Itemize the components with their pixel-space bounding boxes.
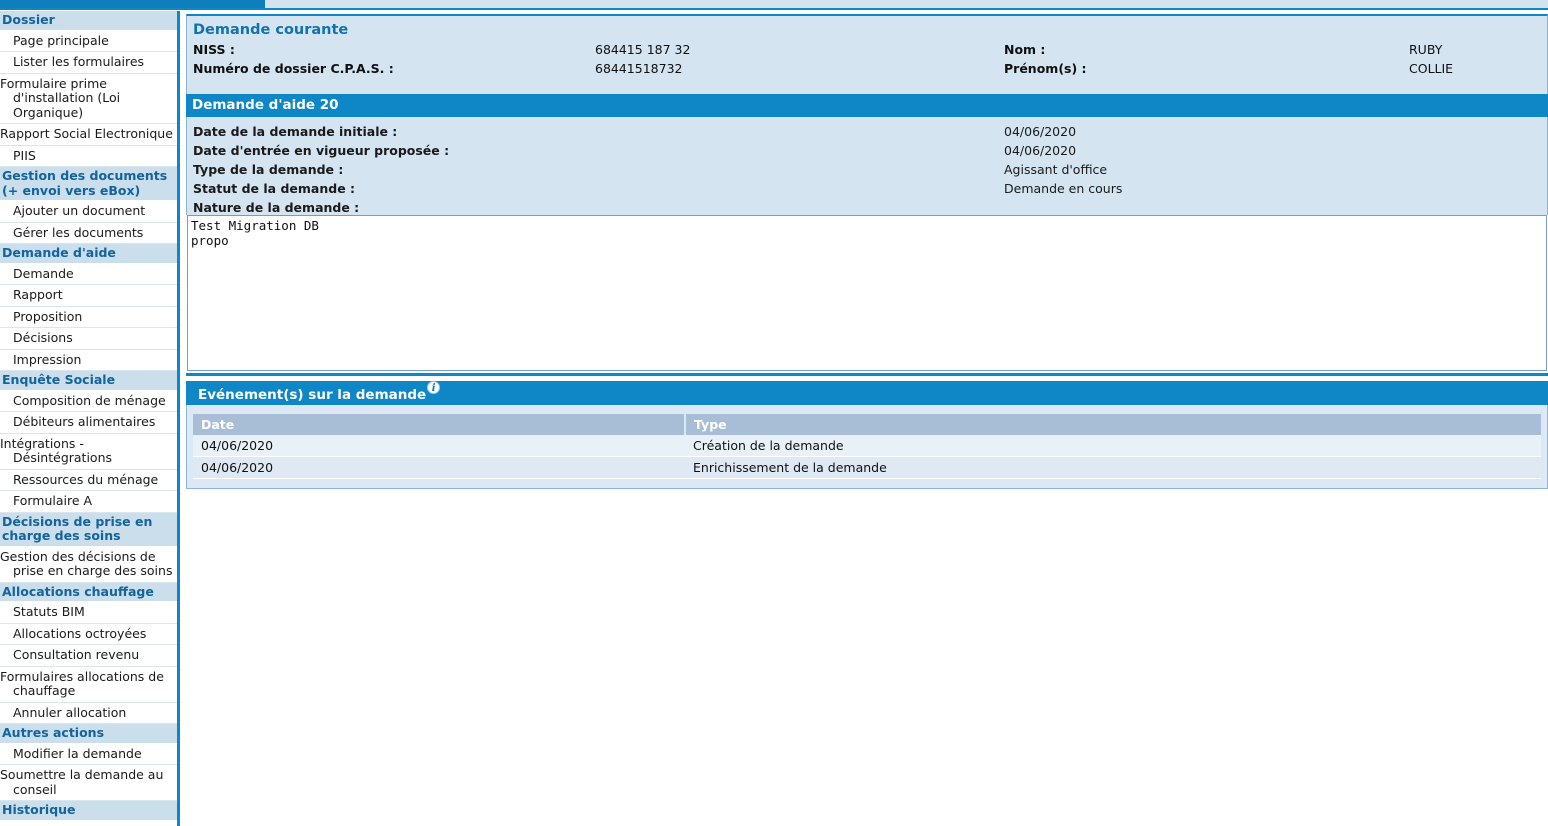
sidebar-item-4-2[interactable]: Débiteurs alimentaires: [0, 412, 177, 434]
aid-request-field-list: Date de la demande initiale :04/06/2020 D…: [187, 117, 1547, 219]
aid-field-row-4: Statut de la demande : Demande en cours: [187, 181, 1547, 200]
aid-request-banner: Demande d'aide 20: [186, 94, 1548, 117]
sidebar-item-6-2[interactable]: Allocations octroyées: [0, 623, 177, 645]
column-header-type[interactable]: Type: [685, 414, 1541, 435]
sidebar-item-3-3[interactable]: Proposition: [0, 306, 177, 328]
aid-field-label-4: Statut de la demande :: [193, 181, 356, 196]
sidebar-item-2-2[interactable]: Gérer les documents: [0, 222, 177, 244]
sidebar-section-3: Demande d'aide: [0, 244, 177, 264]
niss-value: 684415 187 32: [595, 42, 691, 57]
sidebar-section-1: Dossier: [0, 11, 177, 31]
events-table-head: Date Type: [193, 414, 1541, 435]
browser-tab-strip: [0, 0, 1548, 11]
table-row[interactable]: 04/06/2020 Enrichissement de la demande: [193, 456, 1541, 479]
aid-field-row-2: Date d'entrée en vigueur proposée : 04/06…: [187, 143, 1547, 162]
events-banner-label: Evénement(s) sur la demande: [198, 387, 427, 403]
events-panel: Date Type 04/06/2020 Création de la deman…: [186, 405, 1548, 489]
sidebar-item-4-1[interactable]: Composition de ménage: [0, 390, 177, 412]
table-row[interactable]: 04/06/2020 Création de la demande: [193, 435, 1541, 457]
top-divider: [0, 8, 1548, 10]
aid-field-label-3: Type de la demande :: [193, 162, 344, 177]
event-type-cell: Création de la demande: [685, 435, 1541, 457]
sidebar-item-1-1[interactable]: Page principale: [0, 30, 177, 52]
sidebar-item-7-1[interactable]: Modifier la demande: [0, 743, 177, 765]
sidebar-item-1-4[interactable]: Rapport Social Electronique: [0, 124, 177, 146]
firstname-label: Prénom(s) :: [1004, 61, 1087, 76]
aid-field-label-2: Date d'entrée en vigueur proposée :: [193, 143, 450, 158]
aid-field-value-1: 04/06/2020: [1004, 124, 1077, 139]
sidebar-item-6-3[interactable]: Consultation revenu: [0, 645, 177, 667]
sidebar-item-1-5[interactable]: PIIS: [0, 145, 177, 167]
sidebar-section-4: Enquête Sociale: [0, 371, 177, 391]
sidebar-item-5-1[interactable]: Gestion des décisions de prise en charge…: [0, 546, 177, 583]
aid-field-value-4: Demande en cours: [1004, 181, 1123, 196]
firstname-value: COLLIE: [1409, 61, 1454, 76]
event-type-cell: Enrichissement de la demande: [685, 456, 1541, 479]
sidebar-section-5: Décisions de prise en charge des soins: [0, 512, 177, 547]
sidebar-item-3-4[interactable]: Décisions: [0, 328, 177, 350]
sidebar-item-6-4[interactable]: Formulaires allocations de chauffage: [0, 666, 177, 703]
sidebar-item-7-2[interactable]: Soumettre la demande au conseil: [0, 765, 177, 801]
aid-field-value-2: 04/06/2020: [1004, 143, 1077, 158]
sidebar-item-4-5[interactable]: Formulaire A: [0, 491, 177, 513]
nature-section-divider: [186, 373, 1548, 376]
events-banner: Evénement(s) sur la demande i: [186, 381, 1548, 405]
sidebar-section-8: Historique: [0, 801, 177, 821]
sidebar-item-4-4[interactable]: Ressources du ménage: [0, 469, 177, 491]
event-date-cell: 04/06/2020: [193, 435, 685, 457]
navigation-sidebar[interactable]: Dossier Page principale Lister les formula…: [0, 11, 180, 826]
sidebar-section-2: Gestion des documents (+ envoi vers eBox…: [0, 167, 177, 201]
aid-request-detail: Date de la demande initiale :04/06/2020 D…: [186, 117, 1548, 215]
aid-field-value-3: Agissant d'office: [1004, 162, 1108, 177]
sidebar-item-6-1[interactable]: Statuts BIM: [0, 602, 177, 624]
file-number-label: Numéro de dossier C.P.A.S. :: [193, 61, 394, 76]
events-table-body: 04/06/2020 Création de la demande 04/06/20…: [193, 435, 1541, 479]
page-title: Demande courante: [193, 22, 349, 38]
sidebar-item-3-1[interactable]: Demande: [0, 263, 177, 285]
identity-row-niss: NISS : 684415 187 32 Nom : RUBY: [187, 42, 1547, 61]
sidebar-item-3-2[interactable]: Rapport: [0, 285, 177, 307]
file-number-value: 68441518732: [595, 61, 683, 76]
sidebar-item-2-1[interactable]: Ajouter un document: [0, 201, 177, 223]
sidebar-item-1-3[interactable]: Formulaire prime d'installation (Loi Org…: [0, 73, 177, 124]
sidebar-item-6-5[interactable]: Annuler allocation: [0, 702, 177, 724]
tab-strip-background: [265, 0, 1548, 8]
column-header-date[interactable]: Date: [193, 414, 686, 435]
current-request-card: Demande courante NISS : 684415 187 32 No…: [186, 14, 1548, 94]
sidebar-section-7: Autres actions: [0, 724, 177, 744]
aid-field-label-5: Nature de la demande :: [193, 200, 360, 215]
aid-field-row-3: Type de la demande : Agissant d'office: [187, 162, 1547, 181]
lastname-label: Nom :: [1004, 42, 1046, 57]
aid-field-label-1: Date de la demande initiale :: [193, 124, 398, 139]
active-tab-indicator[interactable]: [0, 0, 265, 8]
aid-field-row-1: Date de la demande initiale : 04/06/2020: [187, 124, 1547, 143]
event-date-cell: 04/06/2020: [193, 456, 685, 479]
sidebar-section-6: Allocations chauffage: [0, 582, 177, 602]
sidebar-item-8-1[interactable]: 68441518732 RUBY COLLIE: [0, 820, 177, 826]
sidebar-item-4-3[interactable]: Intégrations - Désintégrations: [0, 433, 177, 470]
sidebar-item-1-2[interactable]: Lister les formulaires: [0, 52, 177, 74]
nature-of-request-textarea[interactable]: [187, 215, 1547, 371]
identity-grid: NISS : 684415 187 32 Nom : RUBY Numéro d…: [187, 42, 1547, 80]
niss-label: NISS :: [193, 42, 235, 57]
events-table: Date Type 04/06/2020 Création de la deman…: [193, 414, 1541, 479]
identity-row-file-number: Numéro de dossier C.P.A.S. : 68441518732…: [187, 61, 1547, 80]
lastname-value: RUBY: [1409, 42, 1443, 57]
events-header-row: Date Type: [193, 414, 1541, 435]
sidebar-item-3-5[interactable]: Impression: [0, 349, 177, 371]
info-icon[interactable]: i: [427, 381, 441, 394]
